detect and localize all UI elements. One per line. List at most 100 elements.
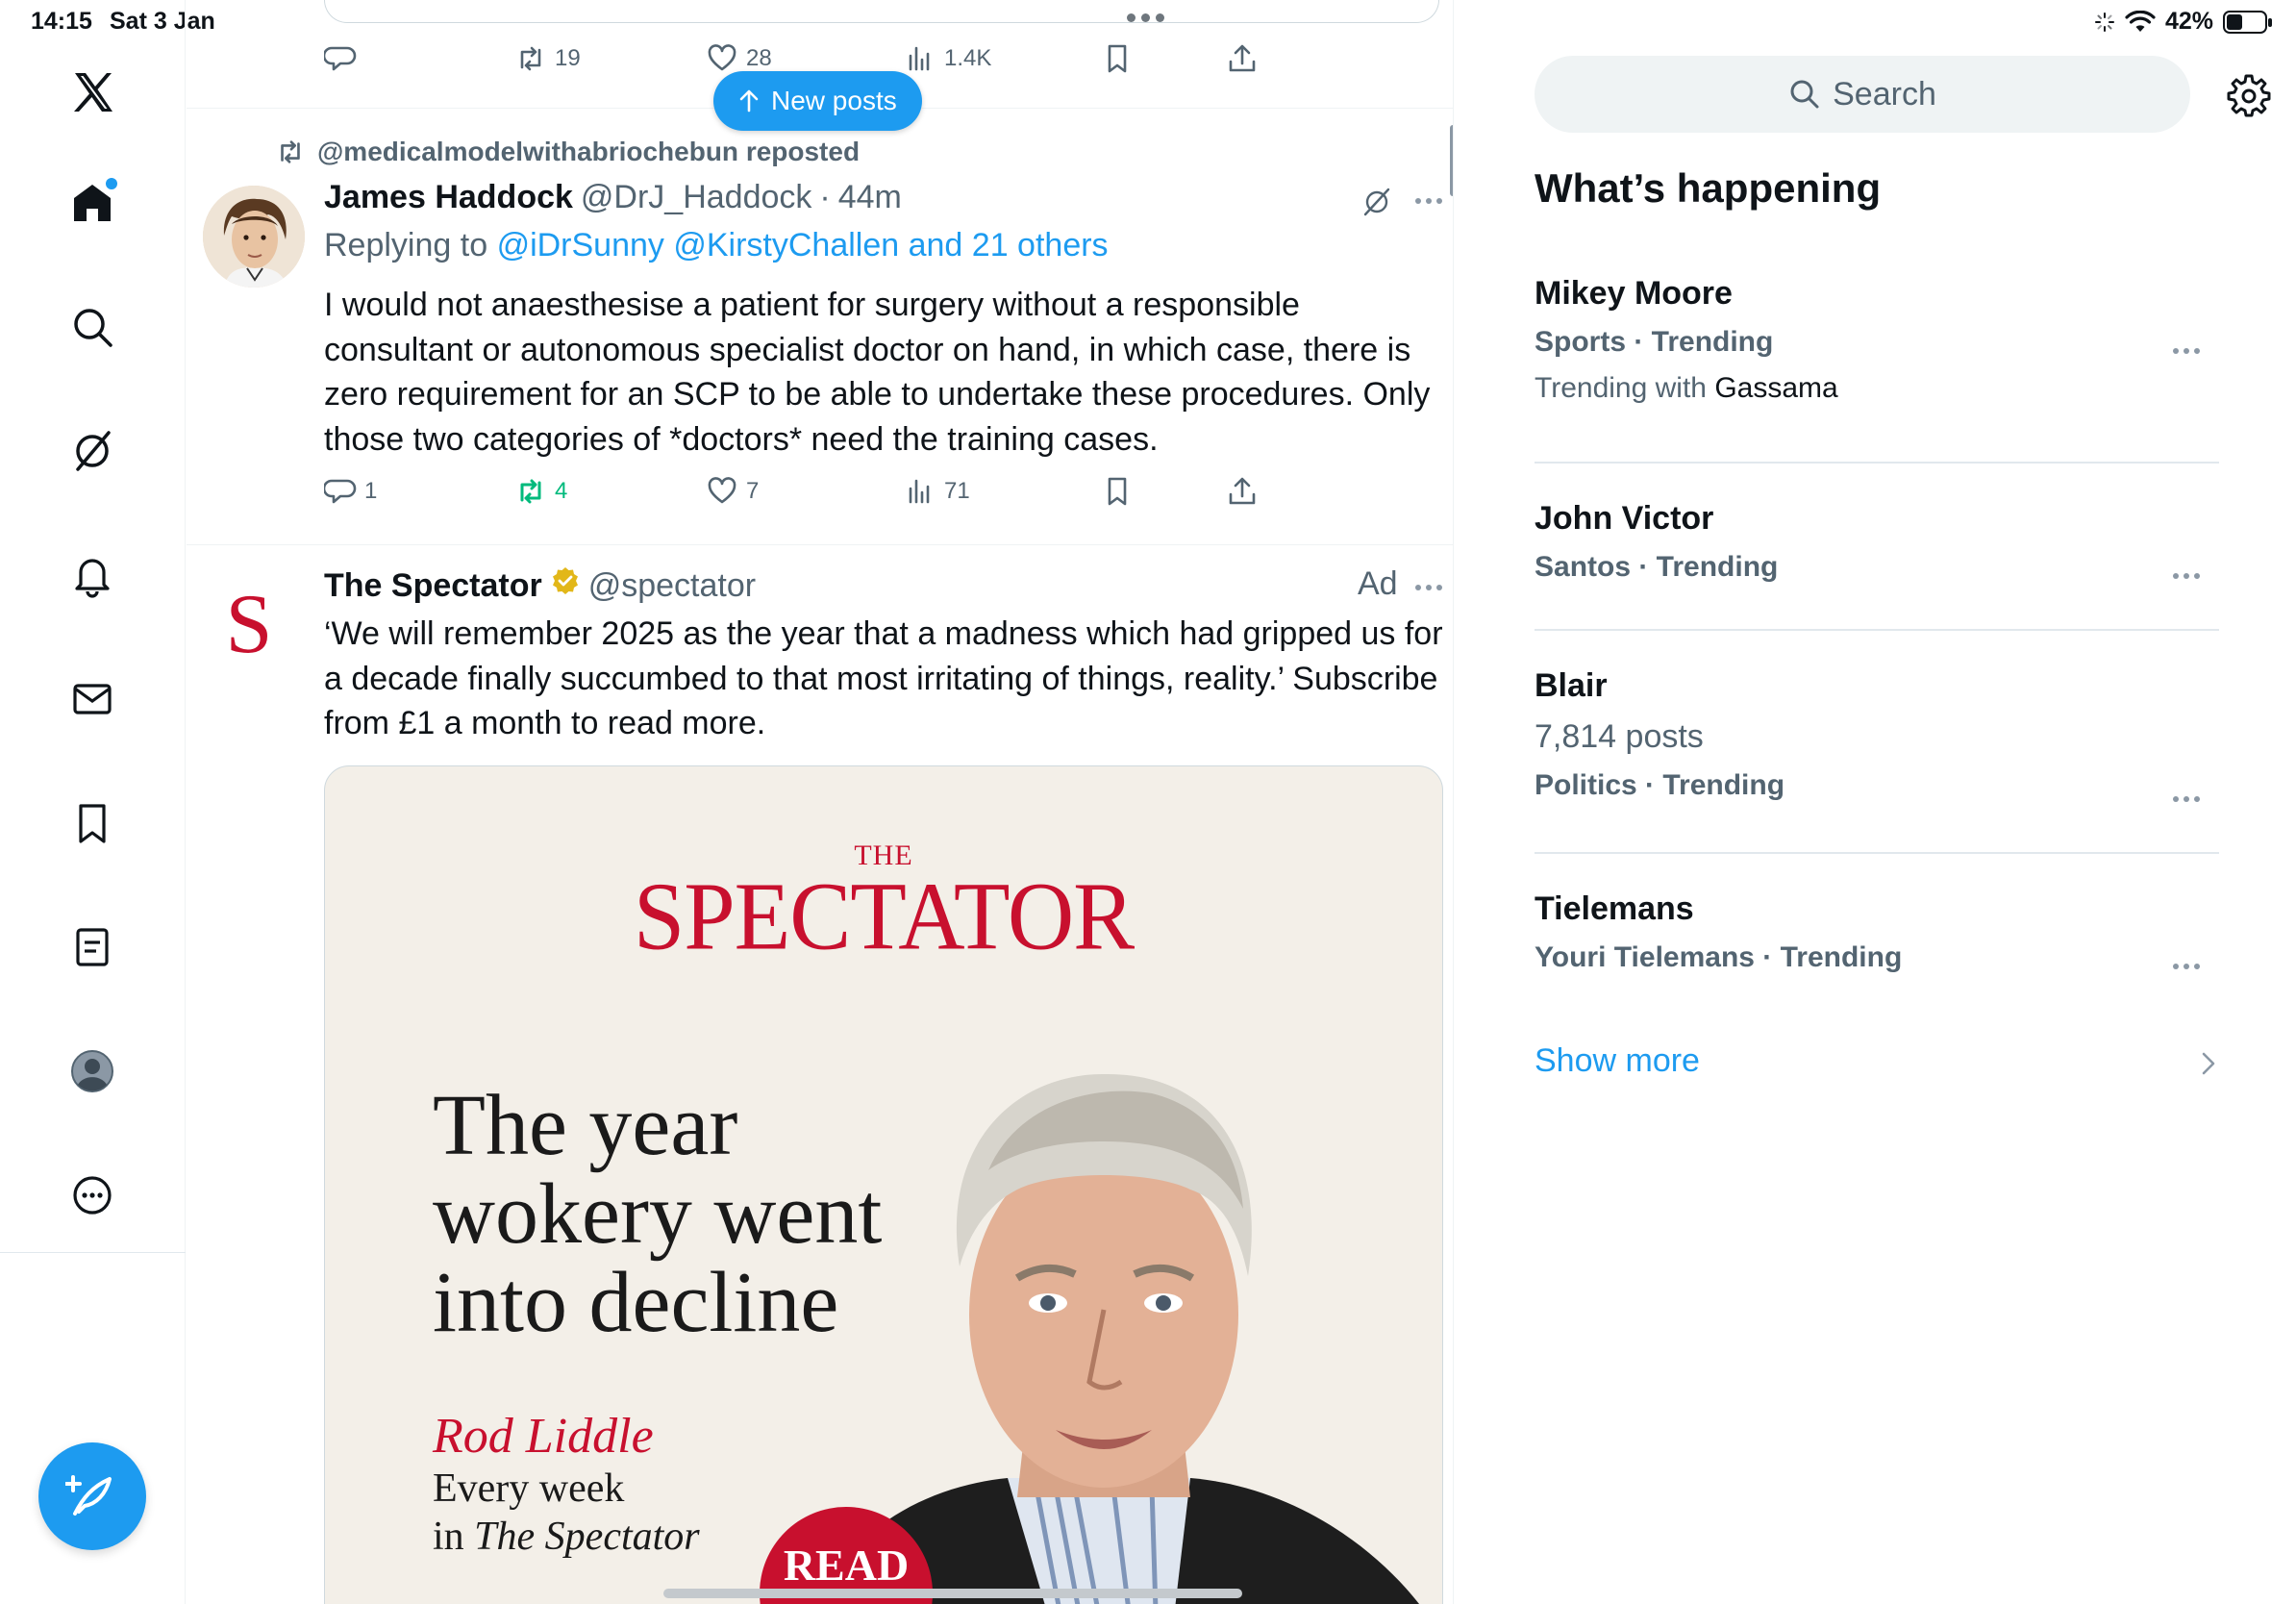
grok-explain-icon[interactable] — [1360, 185, 1394, 219]
trend-name: John Victor — [1535, 500, 1714, 537]
app-root: 14:15 Sat 3 Jan 42% 19 28 1.4K New posts… — [0, 0, 2296, 1604]
author-handle[interactable]: @spectator — [588, 567, 756, 605]
trend-meta: Sports · Trending — [1535, 326, 1774, 358]
new-posts-label: New posts — [771, 86, 897, 115]
x-logo-icon[interactable] — [58, 58, 127, 127]
retweet-active-icon — [520, 479, 541, 504]
avatar[interactable] — [203, 186, 305, 288]
author-name[interactable]: James Haddock — [324, 179, 573, 216]
show-more-link[interactable]: Show more — [1535, 1042, 1700, 1080]
left-navigation — [0, 0, 186, 1604]
trend-context-value: Gassama — [1714, 372, 1838, 404]
new-posts-button[interactable]: New posts — [713, 71, 922, 131]
trend-more-icon[interactable] — [2173, 348, 2200, 354]
ad-byline-line: in The Spectator — [433, 1513, 700, 1561]
retweet-count: 4 — [555, 478, 568, 504]
views-chart-icon — [909, 479, 930, 504]
trend-item[interactable]: Blair 7,814 posts Politics · Trending — [1535, 667, 2219, 802]
reply-icon — [324, 479, 357, 504]
notification-dot — [106, 178, 117, 189]
masthead-name: SPECTATOR — [633, 862, 1135, 970]
author-name[interactable]: The Spectator — [324, 567, 542, 605]
like-button[interactable]: 28 — [706, 42, 772, 75]
trend-more-icon[interactable] — [2173, 573, 2200, 579]
trend-more-icon[interactable] — [2173, 796, 2200, 802]
replying-targets-link[interactable]: @iDrSunny @KirstyChallen and 21 others — [497, 227, 1109, 263]
compose-feather-icon — [65, 1475, 112, 1516]
tweet-divider — [187, 544, 1453, 545]
bookmark-button[interactable] — [1101, 42, 1134, 75]
bookmark-button[interactable] — [1101, 475, 1134, 508]
notifications-bell-icon[interactable] — [58, 540, 127, 610]
share-icon — [1229, 44, 1256, 72]
share-button[interactable] — [1226, 42, 1259, 75]
byline-publication: The Spectator — [474, 1515, 700, 1559]
trend-item[interactable]: John Victor Santos · Trending — [1535, 500, 2219, 584]
profile-avatar-icon[interactable] — [58, 1037, 127, 1106]
like-count: 7 — [746, 478, 760, 504]
tweet-more-icon[interactable] — [1415, 198, 1442, 204]
tweet-header: James Haddock @DrJ_Haddock · 44m — [324, 179, 902, 216]
trend-meta: Politics · Trending — [1535, 769, 1785, 801]
home-timeline: 19 28 1.4K New posts @medicalmodelwithab… — [187, 0, 1454, 1604]
search-input[interactable]: Search — [1535, 56, 2190, 133]
tweet-text: I would not anaesthesise a patient for s… — [324, 287, 1431, 458]
trend-name: Blair — [1535, 667, 1608, 704]
trend-item[interactable]: Tielemans Youri Tielemans · Trending — [1535, 890, 2219, 974]
compose-post-button[interactable] — [38, 1442, 146, 1550]
home-indicator-bar[interactable] — [663, 1589, 1242, 1598]
ad-label: Ad — [1358, 565, 1398, 602]
previous-tweet-media-card[interactable] — [324, 0, 1439, 23]
retweet-button[interactable]: 4 — [514, 475, 567, 508]
home-icon[interactable] — [58, 168, 127, 238]
like-button[interactable]: 7 — [706, 475, 759, 508]
retweet-button[interactable]: 19 — [514, 42, 581, 75]
search-placeholder: Search — [1833, 75, 1936, 113]
bookmarks-icon[interactable] — [58, 789, 127, 858]
timeline-scrollbar[interactable] — [1450, 125, 1453, 196]
trend-context: Trending with Gassama — [1535, 372, 2219, 405]
trend-name: Mikey Moore — [1535, 275, 1733, 312]
repost-context[interactable]: @medicalmodelwithabriochebun reposted — [275, 137, 860, 167]
arrow-up-icon — [739, 89, 759, 113]
tweet-more-icon[interactable] — [1415, 585, 1442, 590]
reply-icon — [324, 46, 357, 71]
bookmark-icon — [1108, 44, 1127, 73]
replying-to: Replying to @iDrSunny @KirstyChallen and… — [324, 227, 1109, 264]
retweet-icon — [281, 140, 300, 163]
repost-context-label: @medicalmodelwithabriochebun reposted — [317, 137, 861, 166]
trend-more-icon[interactable] — [2173, 964, 2200, 969]
heart-icon — [708, 44, 736, 71]
share-button[interactable] — [1226, 475, 1259, 508]
reply-button[interactable]: 1 — [324, 475, 377, 508]
ad-author: Rod Liddle — [433, 1409, 654, 1464]
trend-item[interactable]: Mikey Moore Sports · Trending Trending w… — [1535, 275, 2219, 405]
reply-count: 1 — [364, 478, 378, 504]
spectator-avatar[interactable]: S — [206, 578, 292, 671]
tweet-header: The Spectator @spectator — [324, 565, 756, 605]
like-count: 28 — [746, 45, 772, 71]
gear-icon[interactable] — [2227, 73, 2271, 117]
reply-button[interactable] — [324, 42, 364, 75]
more-options-icon[interactable] — [58, 1161, 127, 1230]
retweet-count: 19 — [555, 45, 581, 71]
trend-divider — [1535, 852, 2219, 854]
right-sidebar: Search What’s happening Mikey Moore Spor… — [1456, 0, 2296, 1604]
messages-envelope-icon[interactable] — [58, 664, 127, 734]
search-icon[interactable] — [58, 292, 127, 362]
search-icon — [1790, 80, 1819, 109]
views-count: 1.4K — [944, 45, 992, 71]
ad-media-card[interactable]: THE SPECTATOR The year wokery went into … — [324, 765, 1443, 1604]
lists-icon[interactable] — [58, 913, 127, 982]
section-title: What’s happening — [1535, 165, 1882, 211]
trend-post-count: 7,814 posts — [1535, 718, 1704, 755]
views-button[interactable]: 71 — [904, 475, 970, 508]
views-button[interactable]: 1.4K — [904, 42, 991, 75]
views-count: 71 — [944, 478, 970, 504]
bookmark-icon — [1108, 477, 1127, 506]
author-handle[interactable]: @DrJ_Haddock — [581, 179, 812, 216]
grok-icon[interactable] — [58, 416, 127, 486]
views-chart-icon — [909, 46, 930, 71]
chevron-right-icon[interactable] — [2198, 1050, 2219, 1077]
tweet-timestamp[interactable]: 44m — [838, 179, 902, 216]
